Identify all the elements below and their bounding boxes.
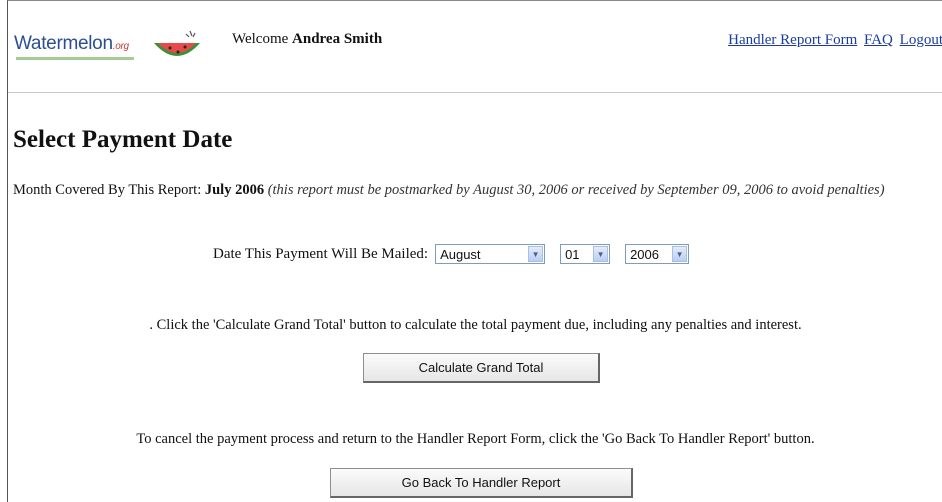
chevron-down-icon[interactable]: ▼ xyxy=(593,246,609,262)
mail-day-value: 01 xyxy=(565,247,580,262)
logout-link[interactable]: Logout xyxy=(900,32,942,48)
site-logo[interactable]: Watermelon.org xyxy=(14,21,214,65)
mail-month-value: August xyxy=(440,247,481,262)
chevron-down-icon[interactable]: ▼ xyxy=(528,246,544,262)
welcome-message: Welcome Andrea Smith xyxy=(232,31,382,48)
watermelon-slice-icon xyxy=(154,30,200,56)
chevron-down-icon[interactable]: ▼ xyxy=(672,246,688,262)
top-nav: Handler Report Form FAQ Logout xyxy=(725,32,942,49)
user-name: Andrea Smith xyxy=(292,31,383,47)
mail-date-row: Date This Payment Will Be Mailed: August… xyxy=(213,244,704,264)
month-label: Month Covered By This Report: xyxy=(13,182,202,198)
mail-date-label: Date This Payment Will Be Mailed: xyxy=(213,245,429,262)
month-covered: Month Covered By This Report: July 2006 … xyxy=(13,181,913,200)
calculate-instruction: . Click the 'Calculate Grand Total' butt… xyxy=(149,317,802,333)
calculate-grand-total-button[interactable]: Calculate Grand Total xyxy=(363,353,600,383)
faq-link[interactable]: FAQ xyxy=(864,32,893,48)
welcome-prefix: Welcome xyxy=(232,31,289,47)
mail-year-value: 2006 xyxy=(630,247,659,262)
handler-report-form-link[interactable]: Handler Report Form xyxy=(728,32,857,48)
header: Watermelon.org Welcome Andrea Smith Hand… xyxy=(8,1,942,91)
month-value: July 2006 xyxy=(204,182,265,198)
page-title: Select Payment Date xyxy=(13,126,233,153)
header-divider xyxy=(8,92,942,93)
page-frame: Watermelon.org Welcome Andrea Smith Hand… xyxy=(7,0,942,502)
cancel-instruction: To cancel the payment process and return… xyxy=(136,431,815,447)
go-back-to-handler-report-button[interactable]: Go Back To Handler Report xyxy=(330,468,633,498)
postmark-note: (this report must be postmarked by Augus… xyxy=(267,182,885,198)
mail-month-select[interactable]: August ▼ xyxy=(435,244,546,264)
logo-underline xyxy=(16,57,134,60)
mail-day-select[interactable]: 01 ▼ xyxy=(560,244,611,264)
logo-text: Watermelon.org xyxy=(14,33,129,54)
mail-year-select[interactable]: 2006 ▼ xyxy=(625,244,690,264)
